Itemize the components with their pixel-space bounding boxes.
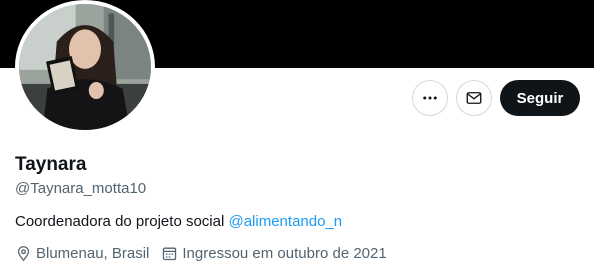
location-item: Blumenau, Brasil [15,245,149,262]
profile-actions: Seguir [412,80,580,116]
message-button[interactable] [456,80,492,116]
more-button[interactable] [412,80,448,116]
bio-text: Coordenadora do projeto social [15,213,229,230]
avatar-photo [19,4,151,130]
profile-bio: Coordenadora do projeto social @alimenta… [15,213,342,230]
profile-meta: Blumenau, Brasil Ingressou em outubro de… [15,245,399,262]
bio-mention-link[interactable]: @alimentando_n [228,213,342,230]
profile-name: Taynara [15,154,87,175]
joined-text: Ingressou em outubro de 2021 [182,245,387,262]
envelope-icon [466,92,482,104]
profile-avatar[interactable] [15,0,155,134]
follow-button[interactable]: Seguir [500,80,580,116]
profile-handle: @Taynara_motta10 [15,180,147,197]
more-horizontal-icon [423,96,437,100]
location-pin-icon [17,246,30,262]
calendar-icon [163,247,177,261]
location-text: Blumenau, Brasil [36,245,150,262]
joined-item: Ingressou em outubro de 2021 [161,245,387,262]
